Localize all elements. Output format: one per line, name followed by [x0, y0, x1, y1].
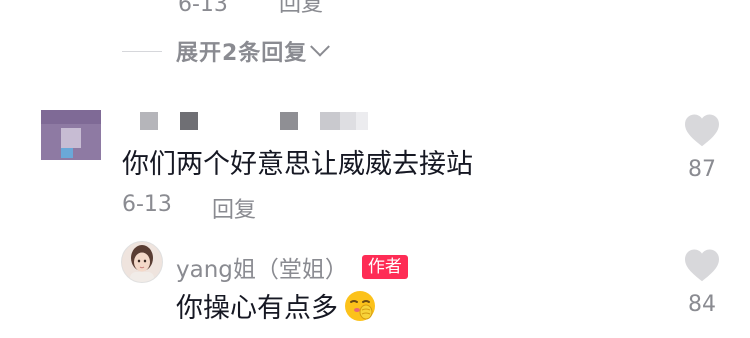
chevron-down-icon: [310, 36, 331, 57]
previous-reply-meta: 6-13 回复: [178, 0, 323, 18]
reply-author-row: yang姐（堂姐） 作者: [176, 250, 408, 284]
shushing-face-icon: [345, 290, 375, 321]
reply-text: 你操心有点多: [176, 293, 338, 324]
comment-meta: 6-13 回复: [122, 192, 256, 224]
heart-icon: [685, 249, 719, 282]
heart-icon: [685, 114, 719, 147]
previous-reply-date: 6-13: [178, 0, 228, 17]
expand-replies-button[interactable]: 展开2条回复: [122, 34, 331, 68]
author-avatar-image: [122, 242, 162, 282]
avatar[interactable]: [41, 110, 101, 160]
reply-button[interactable]: 回复: [212, 192, 256, 224]
like-count: 87: [688, 157, 716, 182]
author-avatar[interactable]: [121, 241, 163, 283]
reply-author-name[interactable]: yang姐（堂姐）: [176, 250, 348, 284]
comment-date: 6-13: [122, 192, 172, 217]
previous-reply-button[interactable]: 回复: [279, 0, 323, 17]
username-redacted[interactable]: [140, 112, 368, 130]
reply-like-button[interactable]: 84: [682, 248, 722, 317]
reply-text-row: 你操心有点多: [176, 286, 378, 325]
comment-text: 你们两个好意思让威威去接站: [122, 149, 473, 180]
author-badge: 作者: [361, 255, 408, 279]
expand-replies-label: 展开2条回复: [176, 41, 308, 66]
expand-divider: [122, 50, 162, 52]
like-button[interactable]: 87: [682, 113, 722, 182]
reply-like-count: 84: [688, 292, 716, 317]
